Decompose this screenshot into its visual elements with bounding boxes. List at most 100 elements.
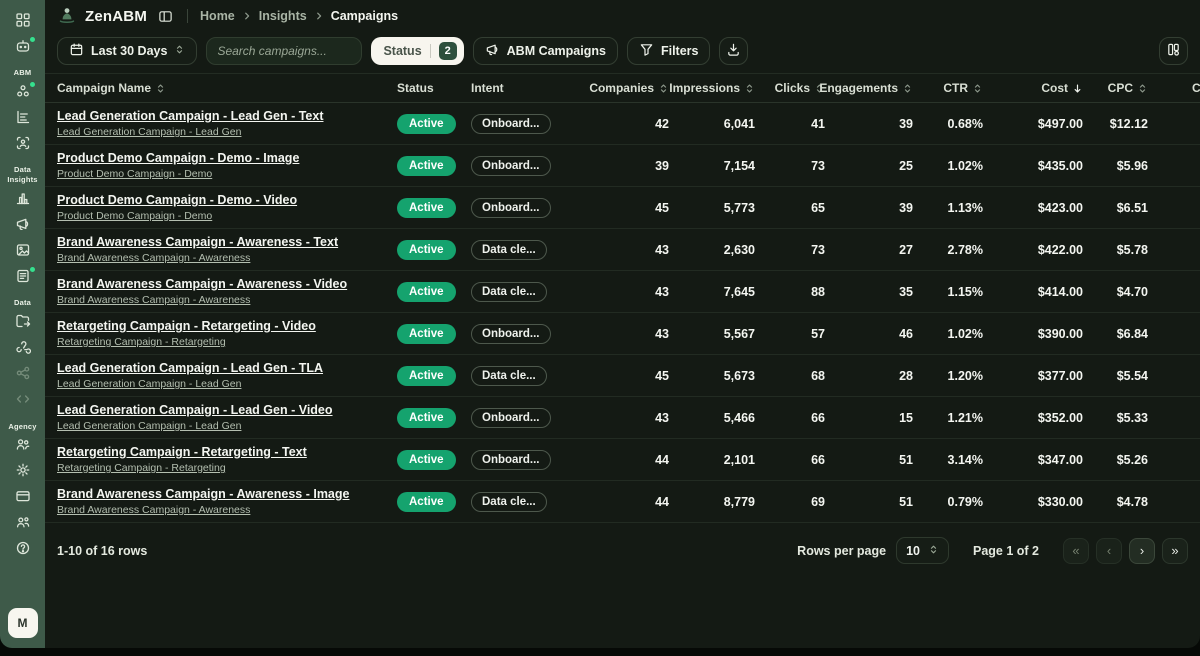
intent-pill[interactable]: Data cle... — [471, 366, 547, 386]
intent-pill[interactable]: Onboard... — [471, 198, 551, 218]
sidebar-item-share-nodes[interactable] — [9, 363, 37, 389]
campaign-link[interactable]: Product Demo Campaign - Demo - Video — [57, 193, 397, 207]
sidebar-item-users[interactable] — [9, 434, 37, 460]
campaign-link[interactable]: Brand Awareness Campaign - Awareness - V… — [57, 277, 397, 291]
clicks-value: 65 — [755, 201, 825, 215]
sidebar-item-help[interactable] — [9, 538, 37, 564]
campaign-name-cell: Brand Awareness Campaign - Awareness - I… — [57, 487, 397, 516]
intent-pill[interactable]: Onboard... — [471, 324, 551, 344]
breadcrumb-insights[interactable]: Insights — [259, 9, 307, 23]
column-header-cpc[interactable]: CPC — [1083, 81, 1148, 95]
rows-per-page-label: Rows per page — [797, 544, 886, 558]
sidebar-item-bot[interactable] — [9, 35, 37, 61]
sidebar-item-bar-chart[interactable] — [9, 187, 37, 213]
user-avatar[interactable]: M — [8, 608, 38, 638]
sidebar-section-label: Data Insights — [0, 165, 45, 184]
column-header-campaign-name[interactable]: Campaign Name — [57, 81, 397, 95]
cpc-value: $6.84 — [1083, 327, 1148, 341]
sidebar-item-megaphone[interactable] — [9, 213, 37, 239]
campaign-link[interactable]: Retargeting Campaign - Retargeting - Tex… — [57, 445, 397, 459]
intent-pill[interactable]: Onboard... — [471, 156, 551, 176]
cost-value: $435.00 — [983, 159, 1083, 173]
campaign-group-link[interactable]: Product Demo Campaign - Demo — [57, 168, 397, 180]
chevron-up-down-icon — [174, 44, 185, 58]
sidebar-item-webhook[interactable] — [9, 337, 37, 363]
campaign-link[interactable]: Brand Awareness Campaign - Awareness - I… — [57, 487, 397, 501]
column-header-clicks[interactable]: Clicks — [755, 81, 825, 95]
status-badge: Active — [397, 366, 456, 386]
sidebar-item-settings[interactable] — [9, 460, 37, 486]
columns-icon — [1166, 42, 1181, 60]
campaign-group-link[interactable]: Retargeting Campaign - Retargeting — [57, 462, 397, 474]
campaign-group-link[interactable]: Lead Generation Campaign - Lead Gen — [57, 378, 397, 390]
intent-pill[interactable]: Data cle... — [471, 240, 547, 260]
rows-per-page-select[interactable]: 10 — [896, 537, 949, 564]
sidebar-item-chart-list[interactable] — [9, 106, 37, 132]
intent-cell: Onboard... — [471, 198, 577, 218]
intent-pill[interactable]: Data cle... — [471, 492, 547, 512]
date-range-picker[interactable]: Last 30 Days — [57, 37, 197, 65]
ctr-value: 1.21% — [913, 411, 983, 425]
breadcrumb-home[interactable]: Home — [200, 9, 235, 23]
sidebar-item-code[interactable] — [9, 389, 37, 415]
sort-icon — [972, 83, 983, 94]
sidebar-item-dashboard[interactable] — [9, 9, 37, 35]
intent-pill[interactable]: Onboard... — [471, 114, 551, 134]
status-cell: Active — [397, 408, 471, 428]
first-page-button[interactable]: « — [1063, 538, 1089, 564]
sidebar-item-user-scan[interactable] — [9, 132, 37, 158]
campaign-name-cell: Product Demo Campaign - Demo - Image Pro… — [57, 151, 397, 180]
previous-page-button[interactable]: ‹ — [1096, 538, 1122, 564]
campaign-group-link[interactable]: Retargeting Campaign - Retargeting — [57, 336, 397, 348]
campaign-link[interactable]: Lead Generation Campaign - Lead Gen - Vi… — [57, 403, 397, 417]
column-header-companies[interactable]: Companies — [577, 81, 669, 95]
abm-campaigns-button[interactable]: ABM Campaigns — [473, 37, 618, 65]
status-filter-count-badge: 2 — [439, 42, 457, 60]
campaign-group-link[interactable]: Brand Awareness Campaign - Awareness — [57, 294, 397, 306]
ctr-value: 1.02% — [913, 159, 983, 173]
campaign-link[interactable]: Brand Awareness Campaign - Awareness - T… — [57, 235, 397, 249]
sidebar-item-billing[interactable] — [9, 486, 37, 512]
sidebar-item-cluster[interactable] — [9, 80, 37, 106]
sidebar-item-image[interactable] — [9, 239, 37, 265]
campaign-group-link[interactable]: Lead Generation Campaign - Lead Gen — [57, 126, 397, 138]
divider — [187, 9, 188, 23]
campaign-group-link[interactable]: Lead Generation Campaign - Lead Gen — [57, 420, 397, 432]
campaign-link[interactable]: Lead Generation Campaign - Lead Gen - TL… — [57, 361, 397, 375]
column-label: Cost — [1041, 81, 1068, 95]
column-settings-button[interactable] — [1159, 37, 1188, 65]
sidebar-item-report[interactable] — [9, 265, 37, 291]
column-header-ctr[interactable]: CTR — [913, 81, 983, 95]
sidebar-item-folder-export[interactable] — [9, 311, 37, 337]
table-row: Brand Awareness Campaign - Awareness - T… — [45, 229, 1200, 271]
intent-pill[interactable]: Onboard... — [471, 408, 551, 428]
column-header-impressions[interactable]: Impressions — [669, 81, 755, 95]
search-input[interactable] — [206, 37, 362, 65]
intent-pill[interactable]: Data cle... — [471, 282, 547, 302]
status-badge: Active — [397, 240, 456, 260]
next-page-button[interactable]: › — [1129, 538, 1155, 564]
sidebar-toggle-icon[interactable] — [155, 6, 175, 26]
status-filter-chip[interactable]: Status 2 — [371, 37, 463, 65]
campaign-group-link[interactable]: Product Demo Campaign - Demo — [57, 210, 397, 222]
filters-button[interactable]: Filters — [627, 37, 711, 65]
users-icon — [15, 436, 31, 457]
campaign-link[interactable]: Lead Generation Campaign - Lead Gen - Te… — [57, 109, 397, 123]
table-row: Lead Generation Campaign - Lead Gen - Vi… — [45, 397, 1200, 439]
last-page-button[interactable]: » — [1162, 538, 1188, 564]
intent-cell: Data cle... — [471, 366, 577, 386]
campaign-link[interactable]: Retargeting Campaign - Retargeting - Vid… — [57, 319, 397, 333]
report-icon — [15, 268, 31, 289]
bot-icon — [15, 38, 31, 59]
campaign-group-link[interactable]: Brand Awareness Campaign - Awareness — [57, 252, 397, 264]
calendar-icon — [69, 42, 84, 60]
status-cell: Active — [397, 324, 471, 344]
campaign-group-link[interactable]: Brand Awareness Campaign - Awareness — [57, 504, 397, 516]
sidebar: ABMData InsightsDataAgencyM — [0, 0, 45, 648]
intent-pill[interactable]: Onboard... — [471, 450, 551, 470]
sidebar-item-team[interactable] — [9, 512, 37, 538]
column-header-engagements[interactable]: Engagements — [825, 81, 913, 95]
export-download-button[interactable] — [719, 37, 748, 65]
column-header-cost[interactable]: Cost — [983, 81, 1083, 95]
campaign-link[interactable]: Product Demo Campaign - Demo - Image — [57, 151, 397, 165]
